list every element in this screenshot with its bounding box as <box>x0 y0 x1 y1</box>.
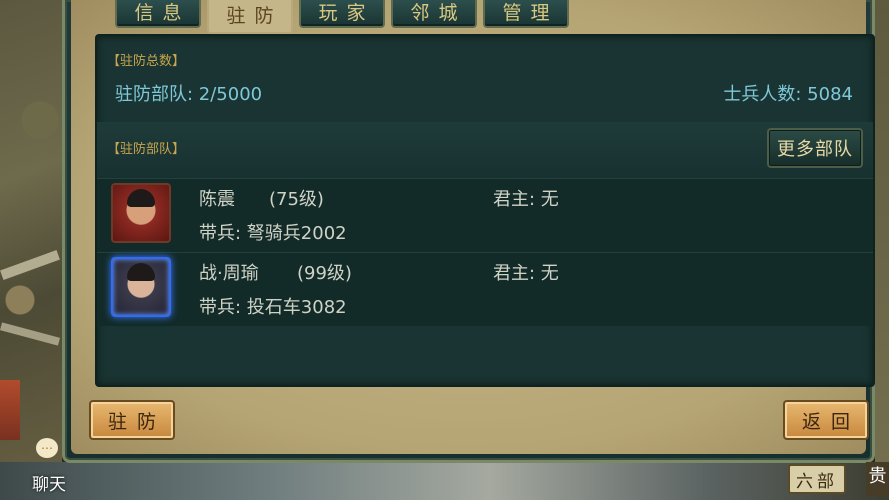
soldier-count: 士兵人数: 5084 <box>723 84 853 105</box>
map-fire <box>0 380 20 440</box>
map-road <box>0 322 61 346</box>
speech-bubble-icon: ⋯ <box>36 438 58 458</box>
back-button[interactable]: 返回 <box>783 400 869 440</box>
portrait-hair <box>127 189 155 207</box>
tab-players[interactable]: 玩家 <box>299 0 385 28</box>
general-lord: 君主: 无 <box>493 189 559 210</box>
more-units-button[interactable]: 更多部队 <box>767 128 863 168</box>
map-background-left <box>0 0 62 500</box>
garrison-content: 【驻防总数】 驻防部队: 2/5000 士兵人数: 5084 【驻防部队】 更多… <box>95 34 875 387</box>
chat-label: 聊天 <box>32 475 66 495</box>
general-level: (99级) <box>297 263 352 284</box>
garrison-count: 驻防部队: 2/5000 <box>115 84 263 105</box>
general-troop: 带兵: 弩骑兵2002 <box>199 223 347 244</box>
general-level: (75级) <box>269 189 324 210</box>
section-label-garrison-total: 【驻防总数】 <box>107 54 186 69</box>
six-ministries-button[interactable]: 六部 <box>788 464 846 494</box>
city-panel: 信息 驻防 玩家 邻城 管理 【驻防总数】 驻防部队: 2/5000 士兵人数:… <box>62 0 875 463</box>
tab-garrison[interactable]: 驻防 <box>207 0 293 34</box>
general-troop: 带兵: 投石车3082 <box>199 297 347 318</box>
unit-row[interactable]: 陈震 (75级) 君主: 无 带兵: 弩骑兵2002 <box>97 178 873 252</box>
hud-right-fragment[interactable]: 贵 <box>866 462 889 496</box>
unit-row[interactable]: 战·周瑜 (99级) 君主: 无 带兵: 投石车3082 <box>97 252 873 326</box>
units-header <box>97 122 873 178</box>
general-portrait <box>111 183 171 243</box>
general-name: 战·周瑜 <box>199 263 259 284</box>
tab-manage[interactable]: 管理 <box>483 0 569 28</box>
general-portrait <box>111 257 171 317</box>
map-background-right <box>875 0 889 500</box>
section-label-garrison-units: 【驻防部队】 <box>107 142 186 157</box>
panel-parchment: 信息 驻防 玩家 邻城 管理 【驻防总数】 驻防部队: 2/5000 士兵人数:… <box>71 0 875 454</box>
garrison-summary-row: 驻防部队: 2/5000 士兵人数: 5084 <box>105 76 867 110</box>
tab-bar: 信息 驻防 玩家 邻城 管理 <box>115 0 575 34</box>
map-road <box>0 250 60 280</box>
general-name: 陈震 <box>199 189 235 210</box>
map-background-bottom <box>0 462 889 500</box>
tab-neighbor-cities[interactable]: 邻城 <box>391 0 477 28</box>
garrison-button[interactable]: 驻防 <box>89 400 175 440</box>
portrait-hair <box>127 263 155 281</box>
chat-button[interactable]: ⋯ 聊天 <box>30 436 78 496</box>
general-lord: 君主: 无 <box>493 263 559 284</box>
tab-info[interactable]: 信息 <box>115 0 201 28</box>
